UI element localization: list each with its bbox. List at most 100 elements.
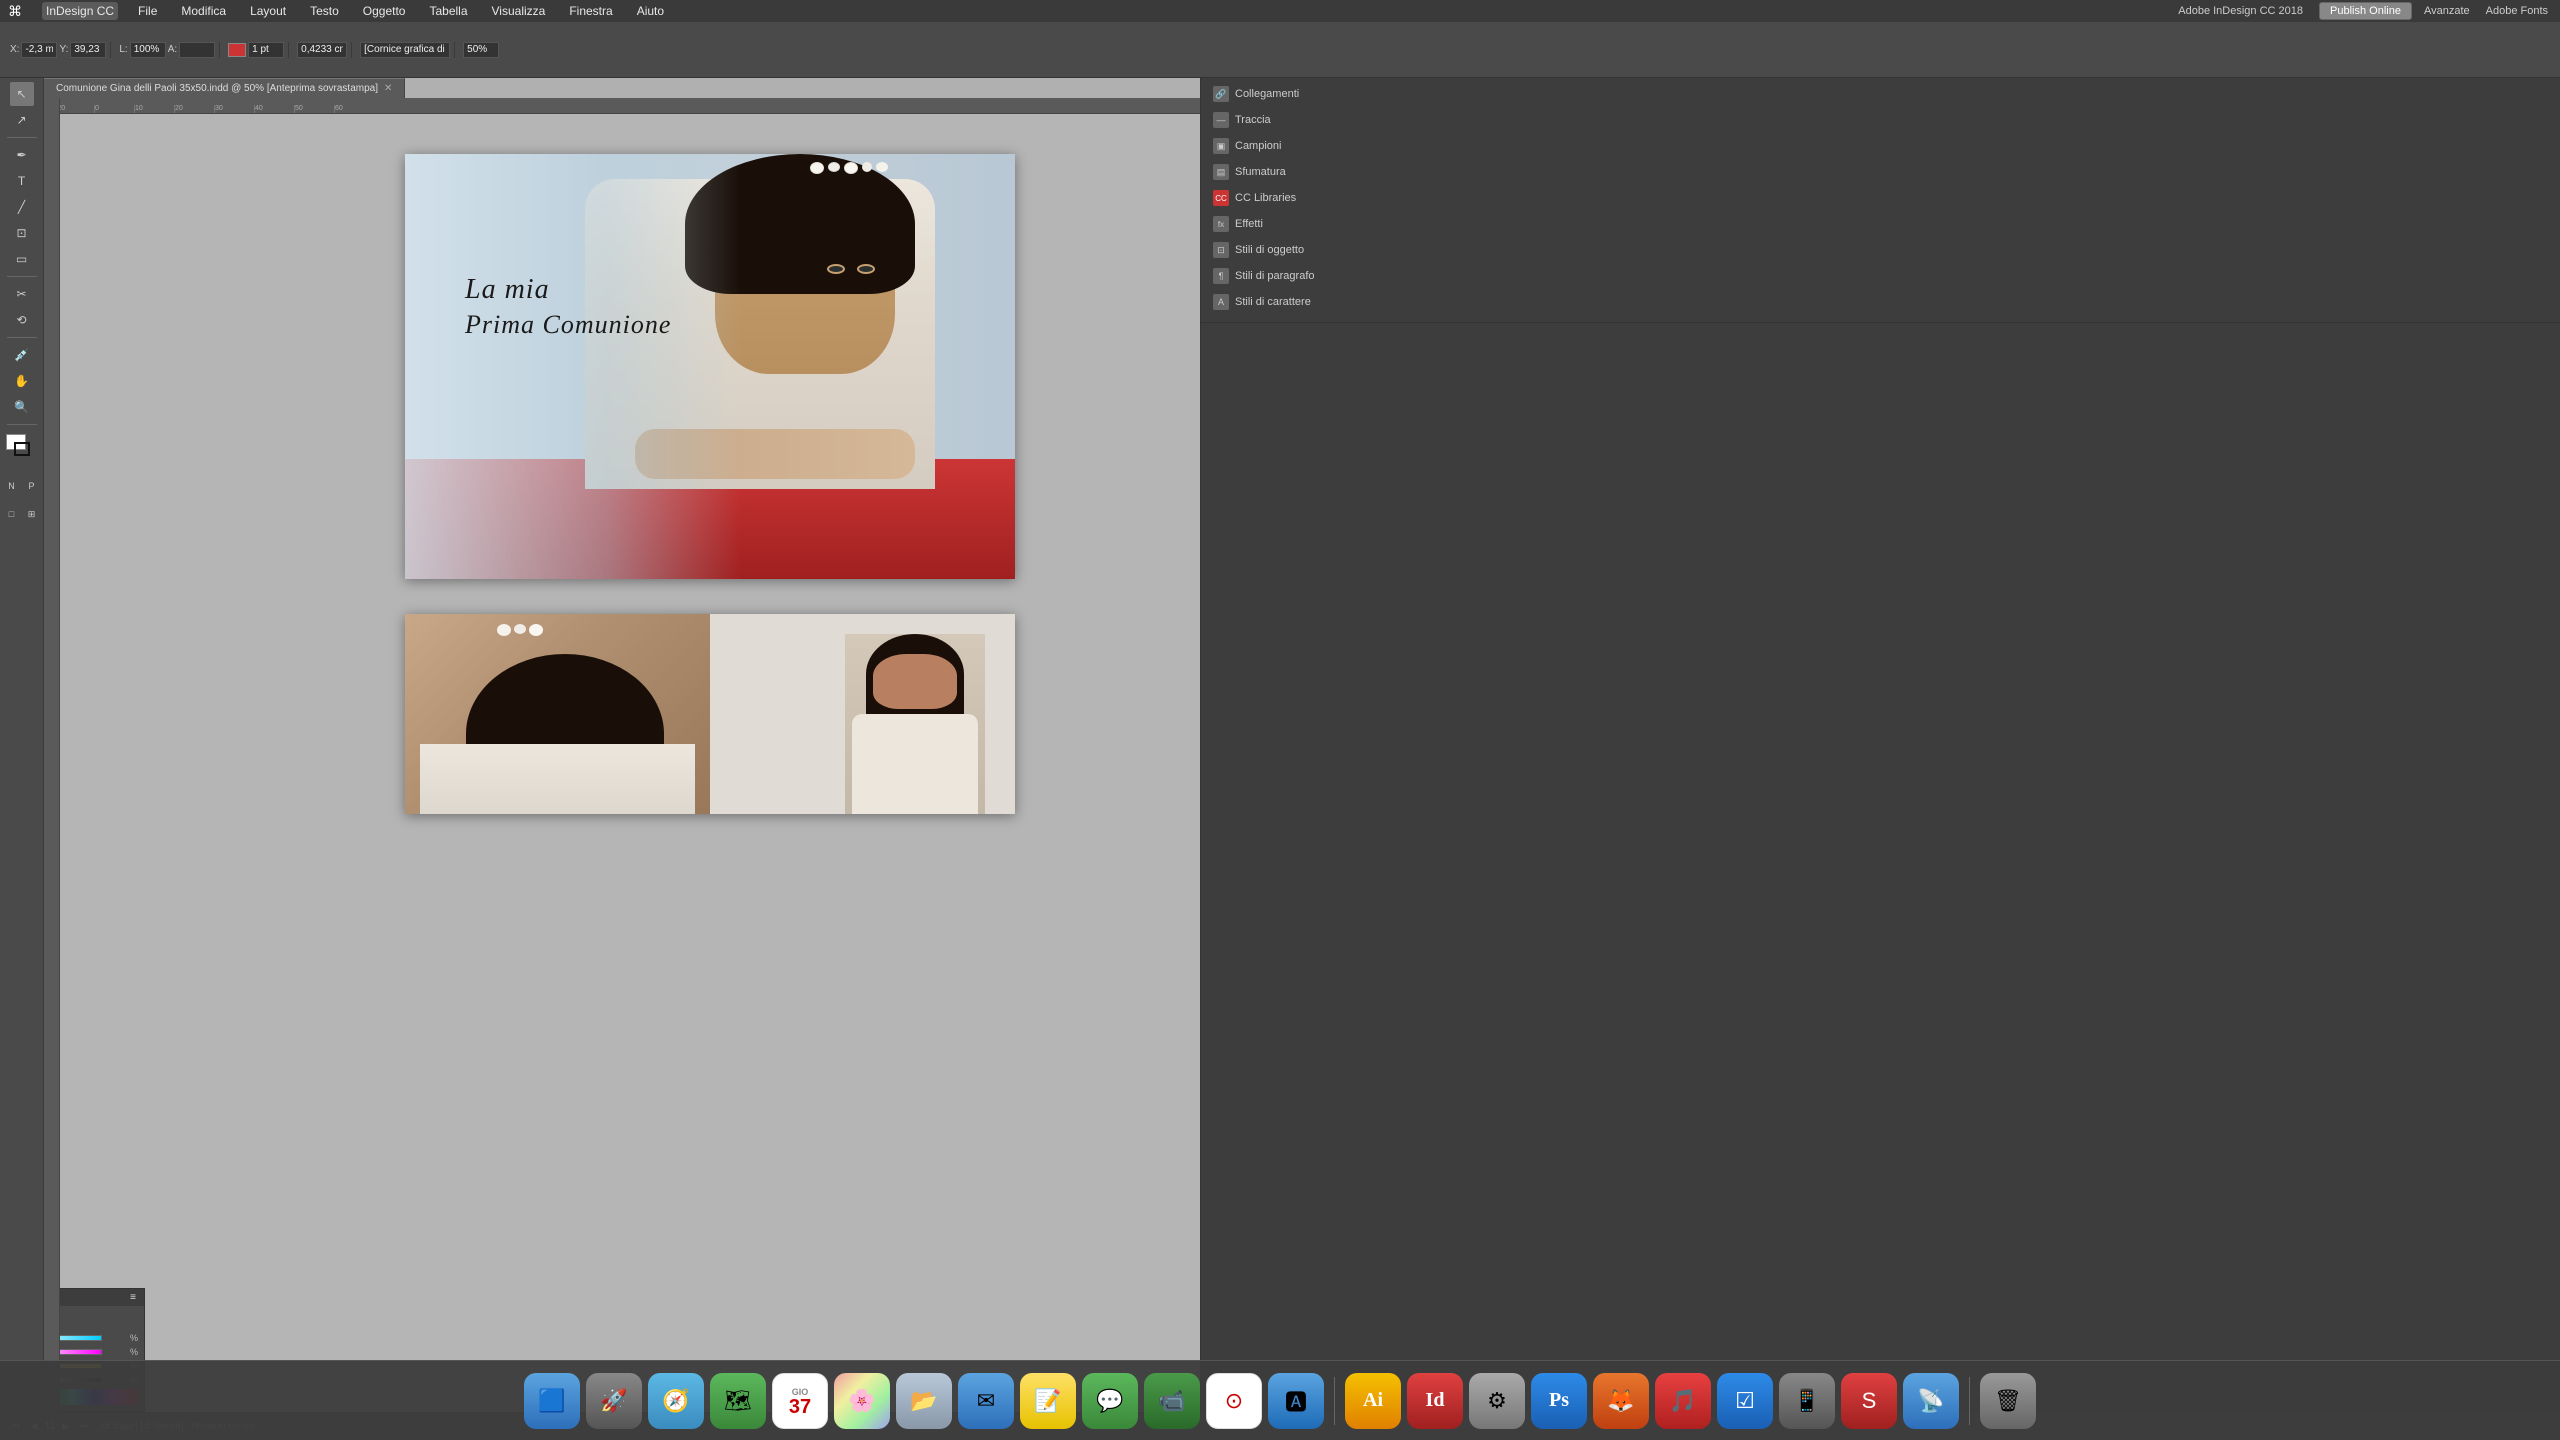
dock-messages[interactable]: 💬 [1082,1373,1138,1429]
dock-music[interactable]: 🎵 [1655,1373,1711,1429]
object-styles-icon: ⊡ [1213,242,1229,258]
avanzate-button[interactable]: Avanzate [2424,5,2470,17]
type-tool[interactable]: T [10,169,34,193]
dock-notes[interactable]: 📝 [1020,1373,1076,1429]
dock-appstore[interactable]: 🅰 [1268,1373,1324,1429]
menu-testo[interactable]: Testo [306,2,343,20]
a-field[interactable] [179,42,215,58]
frame-field[interactable] [360,42,450,58]
line-tool[interactable]: ╱ [10,195,34,219]
color-panel-menu[interactable]: ≡ [130,1292,136,1303]
flower [810,162,824,174]
panel-item-stili-oggetto[interactable]: ⊡ Stili di oggetto [1205,238,2556,262]
stili-oggetto-label: Stili di oggetto [1235,244,1304,256]
menu-oggetto[interactable]: Oggetto [359,2,410,20]
dock-skype[interactable]: S [1841,1373,1897,1429]
doc-tab-close[interactable]: ✕ [384,83,392,94]
dock-wunderlist[interactable]: ☑ [1717,1373,1773,1429]
dock-photoshop[interactable]: Ps [1531,1373,1587,1429]
dock-wifi[interactable]: 📡 [1903,1373,1959,1429]
preview-mode[interactable]: P [23,474,41,498]
canvas-area[interactable]: La mia Prima Comunione [60,114,1200,1412]
ruler-mark: 60 [334,105,374,113]
dock-firefox[interactable]: 🦊 [1593,1373,1649,1429]
frame-edges[interactable]: □ [3,502,21,526]
x-field[interactable] [21,42,57,58]
hand-tool[interactable]: ✋ [10,369,34,393]
panel-item-effetti[interactable]: fx Effetti [1205,212,2556,236]
toolbar-size-group: L: A: [115,42,220,58]
menu-finestra[interactable]: Finestra [565,2,616,20]
toolbar-zoom-group [459,42,503,58]
dock-syspreferences[interactable]: ⚙ [1469,1373,1525,1429]
dock-facetime[interactable]: 📹 [1144,1373,1200,1429]
page2-right-photo [710,614,1015,814]
stroke-color[interactable] [14,442,30,456]
flower [876,162,888,172]
panel-item-campioni[interactable]: ▣ Campioni [1205,134,2556,158]
menu-layout[interactable]: Layout [246,2,290,20]
flower [862,162,872,172]
collegamenti-label: Collegamenti [1235,88,1299,100]
bleed-mode[interactable]: ⊞ [23,502,41,526]
dock-indesign[interactable]: Id [1407,1373,1463,1429]
a-label2: A: [168,44,177,55]
apple-menu[interactable]: ⌘ [8,3,22,20]
dock-illustrator[interactable]: Ai [1345,1373,1401,1429]
p2-dress [420,744,695,814]
panel-item-stili-paragrafo[interactable]: ¶ Stili di paragrafo [1205,264,2556,288]
panel-item-traccia[interactable]: — Traccia [1205,108,2556,132]
pen-tool[interactable]: ✒ [10,143,34,167]
stili-paragrafo-label: Stili di paragrafo [1235,270,1315,282]
dock-launchpad[interactable]: 🚀 [586,1373,642,1429]
dock-trash[interactable]: 🗑 [1980,1373,2036,1429]
menu-tabella[interactable]: Tabella [425,2,471,20]
vertical-ruler [44,98,60,1412]
scissors-tool[interactable]: ✂ [10,282,34,306]
toolbar-transform-group: X: Y: [6,42,111,58]
dock-calendar[interactable]: GIO 37 [772,1373,828,1429]
panel-item-collegamenti[interactable]: 🔗 Collegamenti [1205,82,2556,106]
dock-photos[interactable]: 🌸 [834,1373,890,1429]
panel-item-stili-carattere[interactable]: A Stili di carattere [1205,290,2556,314]
direct-selection-tool[interactable]: ↗ [10,108,34,132]
gradient-icon: ▤ [1213,164,1229,180]
dock-finder[interactable]: 🟦 [524,1373,580,1429]
page2-left-photo [405,614,710,814]
stroke-color-box[interactable] [228,43,246,57]
dock-iphone-backup[interactable]: 📱 [1779,1373,1835,1429]
p2-flowers [497,624,543,636]
panel-item-sfumatura[interactable]: ▤ Sfumatura [1205,160,2556,184]
dock-filemerge[interactable]: 📂 [896,1373,952,1429]
rect-frame-tool[interactable]: ⊡ [10,221,34,245]
dock-mail[interactable]: ✉ [958,1373,1014,1429]
dock-reminders[interactable]: ⊙ [1206,1373,1262,1429]
dock-maps[interactable]: 🗺 [710,1373,766,1429]
free-transform-tool[interactable]: ⟲ [10,308,34,332]
eyedropper-tool[interactable]: 💉 [10,343,34,367]
normal-mode[interactable]: N [3,474,21,498]
pt-field[interactable] [248,42,284,58]
l-field[interactable] [130,42,166,58]
menu-aiuto[interactable]: Aiuto [633,2,668,20]
rect-tool[interactable]: ▭ [10,247,34,271]
y-field[interactable] [70,42,106,58]
dock: 🟦 🚀 🧭 🗺 GIO 37 🌸 📂 ✉ 📝 💬 📹 ⊙ 🅰 [0,1360,2560,1440]
flower [514,624,526,634]
zoom-field[interactable] [463,42,499,58]
adobe-fonts-label[interactable]: Adobe Fonts [2482,3,2552,19]
publish-online-button[interactable]: Publish Online [2319,2,2412,20]
size-field[interactable] [297,42,347,58]
dock-safari[interactable]: 🧭 [648,1373,704,1429]
p2r-photo [845,634,985,814]
zoom-tool[interactable]: 🔍 [10,395,34,419]
panel-item-cc-libraries[interactable]: CC CC Libraries [1205,186,2556,210]
page-text: La mia Prima Comunione [465,274,671,340]
selection-tool[interactable]: ↖ [10,82,34,106]
menu-visualizza[interactable]: Visualizza [488,2,550,20]
menu-indesign[interactable]: InDesign CC [42,2,118,20]
menu-file[interactable]: File [134,2,161,20]
menu-modifica[interactable]: Modifica [177,2,230,20]
color-mode-buttons: N P [3,474,41,498]
document-tab[interactable]: Comunione Gina delli Paoli 35x50.indd @ … [44,78,405,98]
